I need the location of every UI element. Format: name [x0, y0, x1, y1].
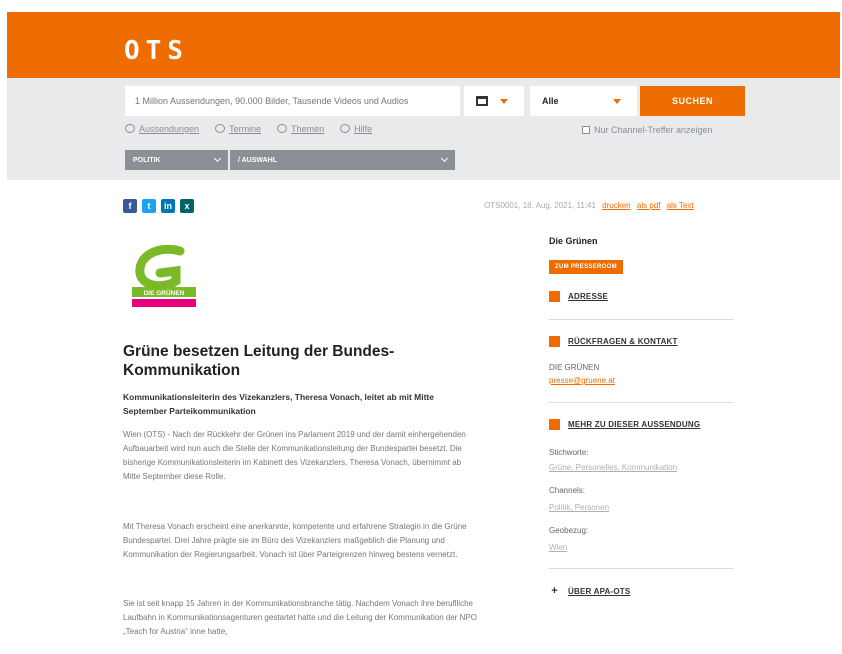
- svg-text:DIE GRÜNEN: DIE GRÜNEN: [144, 288, 185, 297]
- twitter-icon[interactable]: t: [142, 199, 156, 213]
- xing-icon[interactable]: x: [180, 199, 194, 213]
- nav-label: Termine: [229, 124, 262, 134]
- category-select[interactable]: Alle: [530, 86, 637, 116]
- contact-email[interactable]: presse@gruene.at: [549, 376, 734, 385]
- section-title: MEHR ZU DIESER AUSSENDUNG: [568, 420, 701, 429]
- article-paragraph: Mit Theresa Vonach erscheint eine anerka…: [123, 522, 467, 559]
- keywords-value[interactable]: Grüne, Personelles, Kommunikation: [549, 463, 734, 472]
- nav-label: Aussendungen: [139, 124, 200, 134]
- filter-politik[interactable]: POLITIK: [125, 150, 228, 170]
- clock-icon: [215, 124, 226, 133]
- pdf-link[interactable]: als pdf: [637, 201, 661, 210]
- chevron-down-icon: [213, 154, 222, 163]
- calendar-icon: [476, 96, 488, 106]
- section-title: ADRESSE: [568, 292, 609, 301]
- section-adresse[interactable]: ADRESSE: [549, 291, 734, 302]
- region-value[interactable]: Wien: [549, 543, 734, 552]
- channels-value[interactable]: Politik, Personen: [549, 503, 734, 512]
- filter-auswahl[interactable]: / AUSWAHL: [230, 150, 455, 170]
- article-paragraph: Wien (OTS) - Nach der Rückkehr der Grüne…: [123, 430, 466, 481]
- category-select-value: Alle: [542, 96, 559, 106]
- chart-icon: [125, 124, 135, 133]
- presseroom-button[interactable]: ZUM PRESSEROOM: [549, 260, 623, 274]
- section-title: RÜCKFRAGEN & KONTAKT: [568, 337, 678, 346]
- filter-label: POLITIK: [133, 156, 161, 164]
- expand-icon: [549, 419, 560, 430]
- search-input[interactable]: [125, 86, 460, 116]
- article-paragraph: Sie ist seit knapp 15 Jahren in der Komm…: [123, 599, 477, 636]
- channels-label: Channels:: [549, 486, 586, 495]
- sidebar: Die Grünen ZUM PRESSEROOM ADRESSE RÜCKFR…: [549, 236, 734, 597]
- facebook-icon[interactable]: f: [123, 199, 137, 213]
- divider: [549, 402, 734, 403]
- nav-themen[interactable]: Themen: [277, 124, 324, 134]
- chevron-down-icon: [440, 154, 449, 163]
- channel-filter[interactable]: Nur Channel-Treffer anzeigen: [582, 125, 713, 135]
- ots-logo[interactable]: OTS: [124, 36, 189, 66]
- nav-termine[interactable]: Termine: [215, 124, 261, 134]
- target-icon: [277, 124, 288, 133]
- section-title: ÜBER APA-OTS: [568, 586, 631, 596]
- channel-checkbox-label: Nur Channel-Treffer anzeigen: [594, 125, 713, 135]
- date-picker[interactable]: [464, 86, 524, 116]
- print-link[interactable]: drucken: [602, 201, 630, 210]
- linkedin-icon[interactable]: in: [161, 199, 175, 213]
- keywords-label: Stichworte:: [549, 448, 589, 457]
- contact-name: DIE GRÜNEN: [549, 363, 600, 372]
- article-lead: Kommunikationsleiterin des Vizekanzlers,…: [123, 392, 434, 416]
- sidebar-org-name: Die Grünen: [549, 236, 598, 246]
- site-header: OTS: [7, 12, 840, 78]
- filter-label: / AUSWAHL: [238, 156, 278, 164]
- caret-down-icon: [613, 98, 621, 104]
- channel-checkbox[interactable]: [582, 126, 590, 134]
- expand-icon: [549, 336, 560, 347]
- dateline: OTS0001, 18. Aug. 2021, 11:41 drucken al…: [484, 201, 694, 210]
- share-buttons: f t in x: [123, 199, 194, 213]
- help-icon: [340, 124, 351, 133]
- text-link[interactable]: als Text: [667, 201, 694, 210]
- section-rueckfragen[interactable]: RÜCKFRAGEN & KONTAKT: [549, 336, 734, 347]
- nav-hilfe[interactable]: Hilfe: [340, 124, 372, 134]
- expand-icon: [549, 291, 560, 302]
- plus-icon: +: [551, 585, 558, 597]
- nav-aussendungen[interactable]: Aussendungen: [125, 124, 199, 134]
- die-gruenen-logo: DIE GRÜNEN: [132, 245, 196, 307]
- divider: [549, 568, 734, 569]
- section-mehr[interactable]: MEHR ZU DIESER AUSSENDUNG: [549, 419, 734, 430]
- dateline-text: OTS0001, 18. Aug. 2021, 11:41: [484, 201, 596, 210]
- nav-label: Hilfe: [354, 124, 373, 134]
- section-ueber[interactable]: + ÜBER APA-OTS: [549, 585, 734, 597]
- divider: [549, 319, 734, 320]
- nav-label: Themen: [291, 124, 325, 134]
- search-button[interactable]: SUCHEN: [640, 86, 745, 116]
- search-bar: Alle SUCHEN Aussendungen Termine Themen …: [7, 78, 840, 180]
- article-headline: Grüne besetzen Leitung der Bundes-Kommun…: [123, 343, 395, 379]
- sub-navigation: Aussendungen Termine Themen Hilfe: [125, 124, 372, 134]
- caret-down-icon: [500, 98, 508, 104]
- region-label: Geobezug:: [549, 526, 589, 535]
